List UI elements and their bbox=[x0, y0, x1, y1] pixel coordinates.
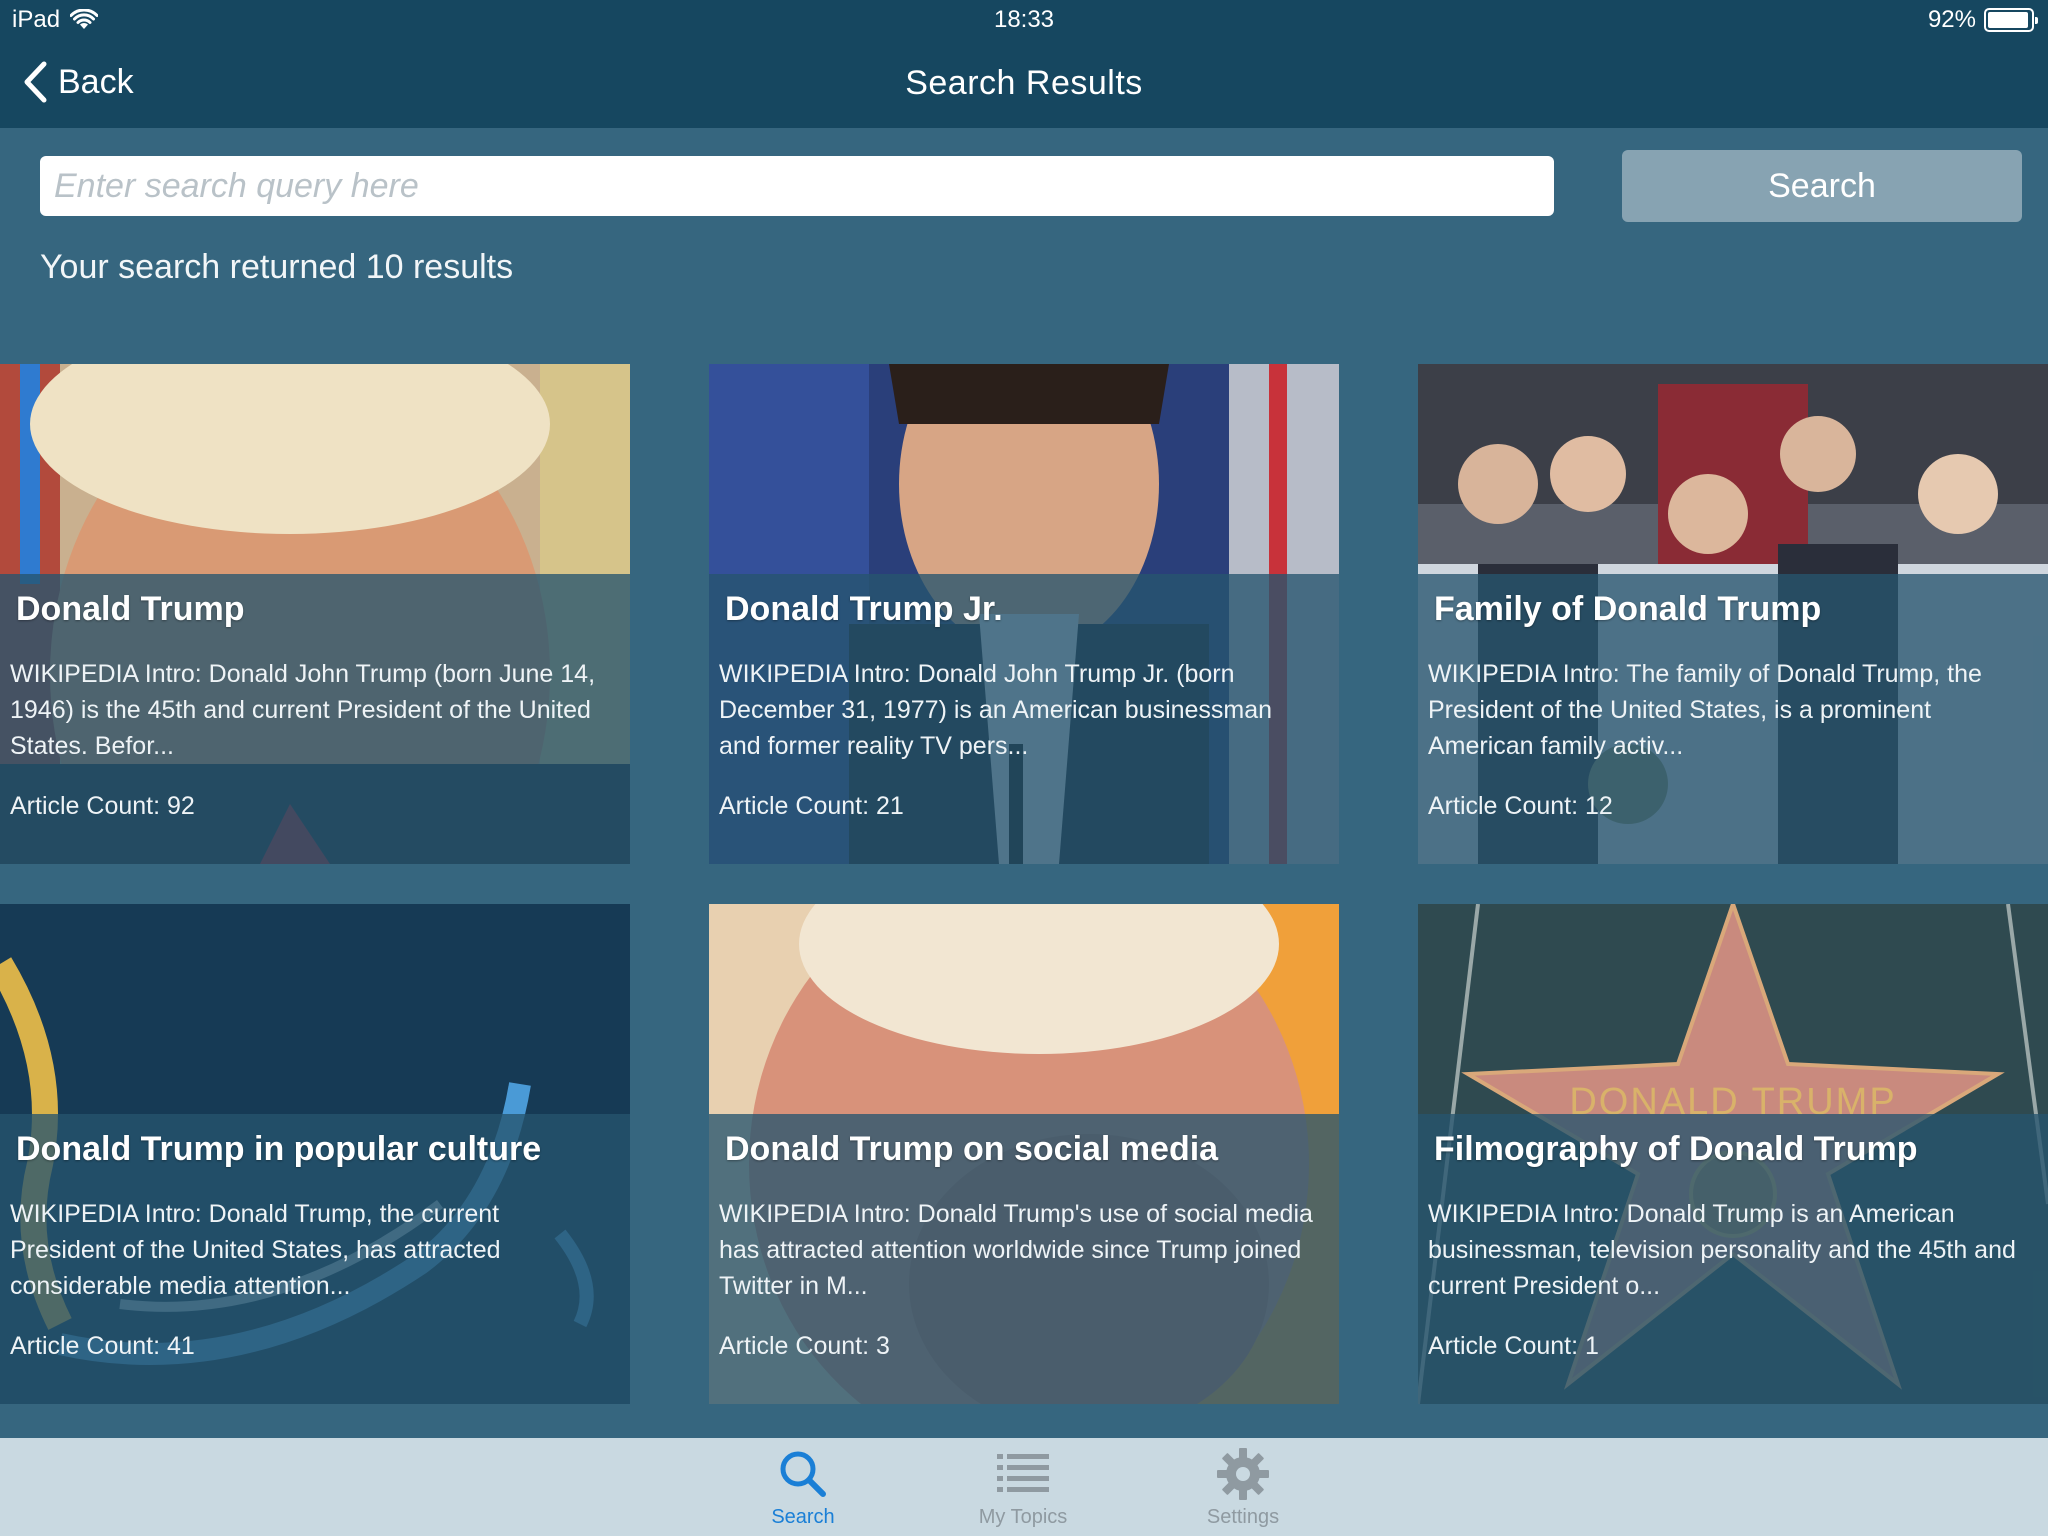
result-card[interactable]: Family of Donald Trump WIKIPEDIA Intro: … bbox=[1418, 364, 2048, 864]
page-title: Search Results bbox=[905, 64, 1143, 102]
tab-label: Settings bbox=[1206, 1506, 1280, 1528]
battery-percent: 92% bbox=[1927, 6, 1976, 33]
search-button[interactable]: Search bbox=[1622, 150, 2022, 222]
card-title: Donald Trump in popular culture bbox=[16, 1130, 542, 1168]
card-title: Donald Trump Jr. bbox=[725, 590, 1003, 628]
tab-my-topics[interactable]: My Topics bbox=[943, 1438, 1103, 1536]
search-icon bbox=[780, 1451, 826, 1497]
result-card[interactable]: Donald Trump in popular culture WIKIPEDI… bbox=[0, 904, 630, 1404]
tab-search[interactable]: Search bbox=[723, 1438, 883, 1536]
navigation-bar: iPad 18:33 92% Back Search Results bbox=[0, 0, 2048, 128]
results-count: Your search returned 10 results bbox=[40, 248, 514, 286]
search-input[interactable] bbox=[40, 156, 1554, 216]
card-intro: WIKIPEDIA Intro: Donald Trump is an Amer… bbox=[1428, 1200, 2016, 1300]
card-title: Filmography of Donald Trump bbox=[1434, 1130, 1918, 1168]
result-card[interactable]: Donald Trump on social media WIKIPEDIA I… bbox=[709, 904, 1339, 1404]
card-intro: WIKIPEDIA Intro: Donald John Trump Jr. (… bbox=[719, 660, 1273, 760]
card-title: Family of Donald Trump bbox=[1434, 590, 1822, 628]
card-title: Donald Trump bbox=[16, 590, 245, 628]
card-intro: WIKIPEDIA Intro: Donald Trump, the curre… bbox=[10, 1200, 501, 1300]
battery-icon bbox=[1984, 8, 2038, 32]
tab-settings[interactable]: Settings bbox=[1163, 1438, 1323, 1536]
result-card[interactable]: Donald Trump WIKIPEDIA Intro: Donald Joh… bbox=[0, 364, 630, 864]
result-card[interactable]: Donald Trump Jr. WIKIPEDIA Intro: Donald… bbox=[709, 364, 1339, 864]
tab-label: Search bbox=[771, 1506, 835, 1528]
article-count: Article Count: 12 bbox=[1428, 792, 1613, 820]
card-intro: WIKIPEDIA Intro: Donald John Trump (born… bbox=[10, 660, 596, 760]
article-count: Article Count: 41 bbox=[10, 1332, 195, 1360]
result-card[interactable]: DONALD TRUMP Filmography of Donald Trump… bbox=[1418, 904, 2048, 1404]
gear-icon bbox=[1217, 1448, 1269, 1500]
status-time: 18:33 bbox=[993, 6, 1055, 33]
article-count: Article Count: 21 bbox=[719, 792, 904, 820]
tab-bar: Search My Topics Settings bbox=[0, 1438, 2048, 1536]
card-title: Donald Trump on social media bbox=[725, 1130, 1219, 1168]
status-bar-right: 92% bbox=[1927, 6, 2038, 34]
article-count: Article Count: 3 bbox=[719, 1332, 890, 1360]
article-count: Article Count: 1 bbox=[1428, 1332, 1599, 1360]
card-intro: WIKIPEDIA Intro: Donald Trump's use of s… bbox=[719, 1200, 1313, 1300]
article-count: Article Count: 92 bbox=[10, 792, 195, 820]
tab-label: My Topics bbox=[978, 1506, 1068, 1528]
card-intro: WIKIPEDIA Intro: The family of Donald Tr… bbox=[1428, 660, 1982, 760]
list-icon bbox=[997, 1454, 1049, 1492]
